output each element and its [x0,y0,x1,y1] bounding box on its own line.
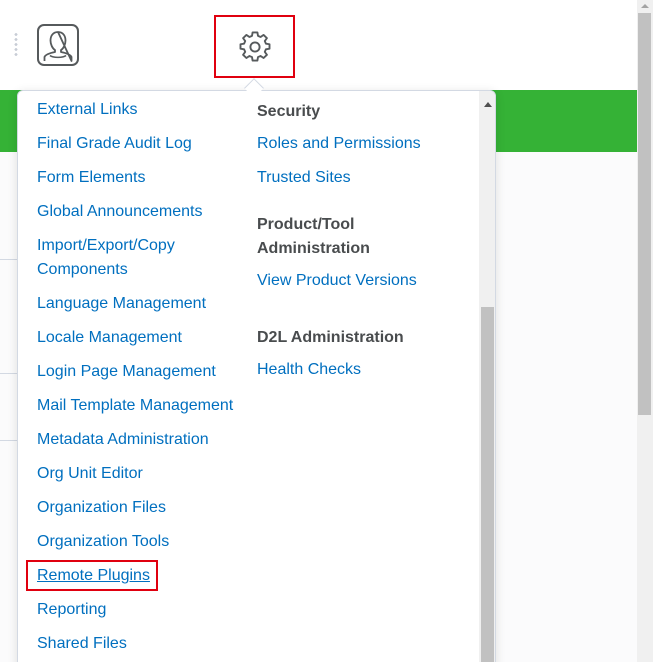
scrollbar-thumb[interactable] [638,13,651,415]
gear-icon [239,31,271,62]
drag-dots-icon[interactable] [14,32,18,56]
menu-link-health-checks[interactable]: Health Checks [257,358,477,382]
window-scrollbar[interactable] [637,0,653,662]
section-heading-security: Security [257,103,321,120]
user-avatar-icon [43,31,73,62]
menu-link-final-grade-audit-log[interactable]: Final Grade Audit Log [37,132,252,156]
section-heading-d2l-administration: D2L Administration [257,329,404,346]
menu-link-shared-files[interactable]: Shared Files [37,632,252,656]
section-heading-product-tool-administration: Product/Tool Administration [257,216,370,257]
user-avatar-button[interactable] [37,24,79,66]
menu-link-language-management[interactable]: Language Management [37,292,252,316]
scroll-up-arrow-icon[interactable] [641,4,649,8]
menu-link-locale-management[interactable]: Locale Management [37,326,252,350]
menu-link-trusted-sites[interactable]: Trusted Sites [257,166,477,190]
menu-link-import-export-copy[interactable]: Import/Export/Copy Components [37,234,207,282]
menu-link-view-product-versions[interactable]: View Product Versions [257,269,477,293]
admin-tools-button[interactable] [214,15,295,78]
remote-plugins-highlight-box [26,560,158,591]
menu-link-metadata-administration[interactable]: Metadata Administration [37,428,252,452]
scroll-up-arrow-icon[interactable] [484,102,492,107]
menu-link-org-unit-editor[interactable]: Org Unit Editor [37,462,252,486]
menu-link-global-announcements[interactable]: Global Announcements [37,200,252,224]
menu-link-mail-template-management[interactable]: Mail Template Management [37,394,252,418]
admin-tools-dropdown: External Links Final Grade Audit Log For… [17,90,496,662]
menu-link-external-links[interactable]: External Links [37,98,252,122]
admin-menu-right-column: Security Roles and Permissions Trusted S… [257,100,477,382]
dropdown-scrollbar[interactable] [479,91,495,662]
menu-link-roles-and-permissions[interactable]: Roles and Permissions [257,132,477,156]
menu-link-form-elements[interactable]: Form Elements [37,166,252,190]
menu-link-organization-files[interactable]: Organization Files [37,496,252,520]
menu-link-organization-tools[interactable]: Organization Tools [37,530,252,554]
menu-link-login-page-management[interactable]: Login Page Management [37,360,252,384]
minibar-header [0,0,637,90]
menu-link-reporting[interactable]: Reporting [37,598,252,622]
dropdown-scrollbar-thumb[interactable] [481,307,494,662]
